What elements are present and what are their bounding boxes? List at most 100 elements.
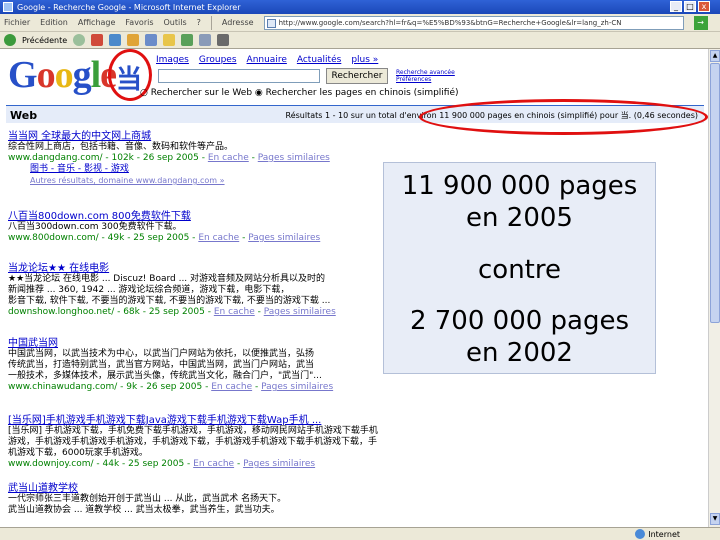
- overlay-line-2005-count: 11 900 000 pages: [401, 171, 638, 201]
- result-item: 中国武当网 中国武当网，以武当技术为中心，以武当门户网站为依托，以便推武当，弘扬…: [8, 338, 378, 393]
- tab-annuaire[interactable]: Annuaire: [247, 55, 287, 65]
- radio-web[interactable]: ○: [140, 88, 148, 98]
- result-title[interactable]: 武当山道教学校: [8, 483, 378, 494]
- result-snippet: 新闻推荐 ... 360, 1942 ... 游戏论坛综合频道，游戏下载，电影下…: [8, 285, 290, 295]
- logo-letter: o: [36, 54, 56, 96]
- zone-label: Internet: [648, 529, 680, 539]
- tab-groupes[interactable]: Groupes: [199, 55, 237, 65]
- scroll-down-arrow-icon[interactable]: ▼: [710, 513, 720, 525]
- address-value: http://www.google.com/search?hl=fr&q=%E5…: [278, 18, 622, 27]
- menu-edition[interactable]: Edition: [40, 18, 68, 27]
- stop-icon[interactable]: [91, 34, 104, 46]
- radio-chinese-label: Rechercher les pages en chinois (simplif…: [265, 88, 459, 98]
- result-snippet: 综合性网上商店，包括书籍、音像、数码和软件等产品。: [8, 142, 234, 152]
- result-url: www.chinawudang.com/ - 9k - 26 sep 2005 …: [8, 382, 334, 392]
- forward-arrow-icon[interactable]: [73, 34, 86, 46]
- result-snippet: ★★当龙论坛 在线电影 ... Discuz! Board ... 对游戏音频及…: [8, 274, 326, 284]
- advanced-search-link[interactable]: Recherche avancée: [396, 69, 455, 76]
- ie-icon: [3, 2, 13, 12]
- address-bar[interactable]: http://www.google.com/search?hl=fr&q=%E5…: [263, 15, 684, 30]
- overlay-line-2002-year: en 2002: [466, 338, 573, 368]
- comparison-overlay: 11 900 000 pages en 2005 contre 2 700 00…: [383, 162, 656, 374]
- result-snippet: 一般技术，多媒体技术，展示武当头像，传统武当文化，融合门户，"武当门"...: [8, 371, 322, 381]
- web-label: Web: [10, 109, 38, 122]
- result-snippet: 八百当300down.com 300免费软件下载。: [8, 222, 182, 232]
- more-results-link[interactable]: Autres résultats, domaine www.dangdang.c…: [8, 175, 378, 186]
- search-tabs: Images Groupes Annuaire Actualités plus …: [156, 55, 378, 65]
- highlight-circle-count: [419, 99, 708, 135]
- minimize-button[interactable]: _: [670, 1, 682, 12]
- menu-bar: Fichier Edition Affichage Favoris Outils…: [0, 14, 720, 32]
- result-item: 当龙论坛★★ 在线电影 ★★当龙论坛 在线电影 ... Discuz! Boar…: [8, 263, 378, 318]
- search-icon[interactable]: [145, 34, 158, 46]
- home-icon[interactable]: [127, 34, 140, 46]
- overlay-line-2005-year: en 2005: [466, 203, 573, 233]
- result-url: www.dangdang.com/ - 102k - 26 sep 2005 -…: [8, 153, 330, 163]
- menu-fichier[interactable]: Fichier: [4, 18, 30, 27]
- tab-actualites[interactable]: Actualités: [297, 55, 341, 65]
- close-button[interactable]: x: [698, 1, 710, 12]
- result-item: [当乐网]手机游戏手机游戏下载Java游戏下载手机游戏下载Wap手机 ... […: [8, 415, 378, 470]
- address-label: Adresse: [221, 18, 254, 27]
- result-item: 当当网 全球最大的中文网上商城 综合性网上商店，包括书籍、音像、数码和软件等产品…: [8, 131, 378, 186]
- cache-link[interactable]: En cache: [198, 233, 239, 243]
- scroll-thumb[interactable]: [710, 63, 720, 323]
- cache-link[interactable]: En cache: [214, 307, 255, 317]
- similar-link[interactable]: Pages similaires: [264, 307, 336, 317]
- menu-affichage[interactable]: Affichage: [78, 18, 116, 27]
- result-title[interactable]: 八百当800down.com 800免费软件下载: [8, 211, 378, 222]
- similar-link[interactable]: Pages similaires: [243, 459, 315, 469]
- search-button[interactable]: Rechercher: [326, 68, 388, 84]
- result-snippet: [当乐网] 手机游戏下载，手机免费下载手机游戏，手机游戏，移动网民网站手机游戏下…: [8, 426, 378, 436]
- print-icon[interactable]: [217, 34, 230, 46]
- back-arrow-icon[interactable]: [4, 34, 16, 46]
- logo-letter: l: [90, 54, 102, 96]
- result-item: 八百当800down.com 800免费软件下载 八百当300down.com …: [8, 211, 378, 244]
- tab-plus[interactable]: plus »: [351, 55, 378, 65]
- result-sublinks[interactable]: 图书 - 音乐 - 影视 - 游戏: [8, 164, 378, 175]
- similar-link[interactable]: Pages similaires: [261, 382, 333, 392]
- globe-icon: [635, 529, 646, 539]
- result-title[interactable]: 中国武当网: [8, 338, 378, 349]
- page-icon: [266, 18, 276, 28]
- result-title[interactable]: 当当网 全球最大的中文网上商城: [8, 131, 378, 142]
- go-button[interactable]: →: [693, 15, 708, 30]
- overlay-line-2002-count: 2 700 000 pages: [409, 306, 630, 336]
- advanced-links: Recherche avancée Préférences: [396, 69, 455, 83]
- history-icon[interactable]: [181, 34, 194, 46]
- logo-letter: o: [54, 54, 74, 96]
- mail-icon[interactable]: [199, 34, 212, 46]
- scroll-up-arrow-icon[interactable]: ▲: [710, 50, 720, 62]
- favorites-icon[interactable]: [163, 34, 176, 46]
- vertical-scrollbar[interactable]: ▲ ▼: [708, 49, 720, 527]
- search-scope: ○ Rechercher sur le Web ◉ Rechercher les…: [140, 88, 459, 98]
- result-title[interactable]: 当龙论坛★★ 在线电影: [8, 263, 378, 274]
- overlay-line-contre: contre: [478, 255, 561, 285]
- cache-link[interactable]: En cache: [208, 153, 249, 163]
- result-snippet: 传统武当，打造特别武当，武当官方网站，中国武当网，武当门户网站，武当: [8, 360, 315, 370]
- result-title[interactable]: [当乐网]手机游戏手机游戏下载Java游戏下载手机游戏下载Wap手机 ...: [8, 415, 378, 426]
- back-button[interactable]: Précédente: [22, 36, 67, 45]
- menu-favoris[interactable]: Favoris: [125, 18, 153, 27]
- similar-link[interactable]: Pages similaires: [258, 153, 330, 163]
- result-snippet: 一代宗师张三丰道教创始开创于武当山 ... 从此，武当武术 名扬天下。: [8, 494, 287, 504]
- google-logo[interactable]: Google: [8, 54, 117, 96]
- preferences-link[interactable]: Préférences: [396, 76, 455, 83]
- maximize-button[interactable]: □: [684, 1, 696, 12]
- cache-link[interactable]: En cache: [211, 382, 252, 392]
- menu-separator: [210, 15, 212, 30]
- radio-web-label: Rechercher sur le Web: [150, 88, 253, 98]
- result-snippet: 武当山道教协会 ... 道教学校 ... 武当太极拳，武当养生，武当功夫。: [8, 505, 280, 515]
- logo-letter: g: [72, 54, 92, 96]
- search-input[interactable]: [158, 69, 320, 83]
- refresh-icon[interactable]: [109, 34, 122, 46]
- tab-images[interactable]: Images: [156, 55, 189, 65]
- menu-outils[interactable]: Outils: [164, 18, 187, 27]
- cache-link[interactable]: En cache: [193, 459, 234, 469]
- result-item: 武当山道教学校 一代宗师张三丰道教创始开创于武当山 ... 从此，武当武术 名扬…: [8, 483, 378, 516]
- similar-link[interactable]: Pages similaires: [248, 233, 320, 243]
- result-snippet: 中国武当网，以武当技术为中心，以武当门户网站为依托，以便推武当，弘扬: [8, 349, 315, 359]
- page-content: Google 当 Images Groupes Annuaire Actuali…: [0, 49, 708, 527]
- menu-help[interactable]: ?: [197, 18, 201, 27]
- radio-chinese[interactable]: ◉: [255, 88, 263, 98]
